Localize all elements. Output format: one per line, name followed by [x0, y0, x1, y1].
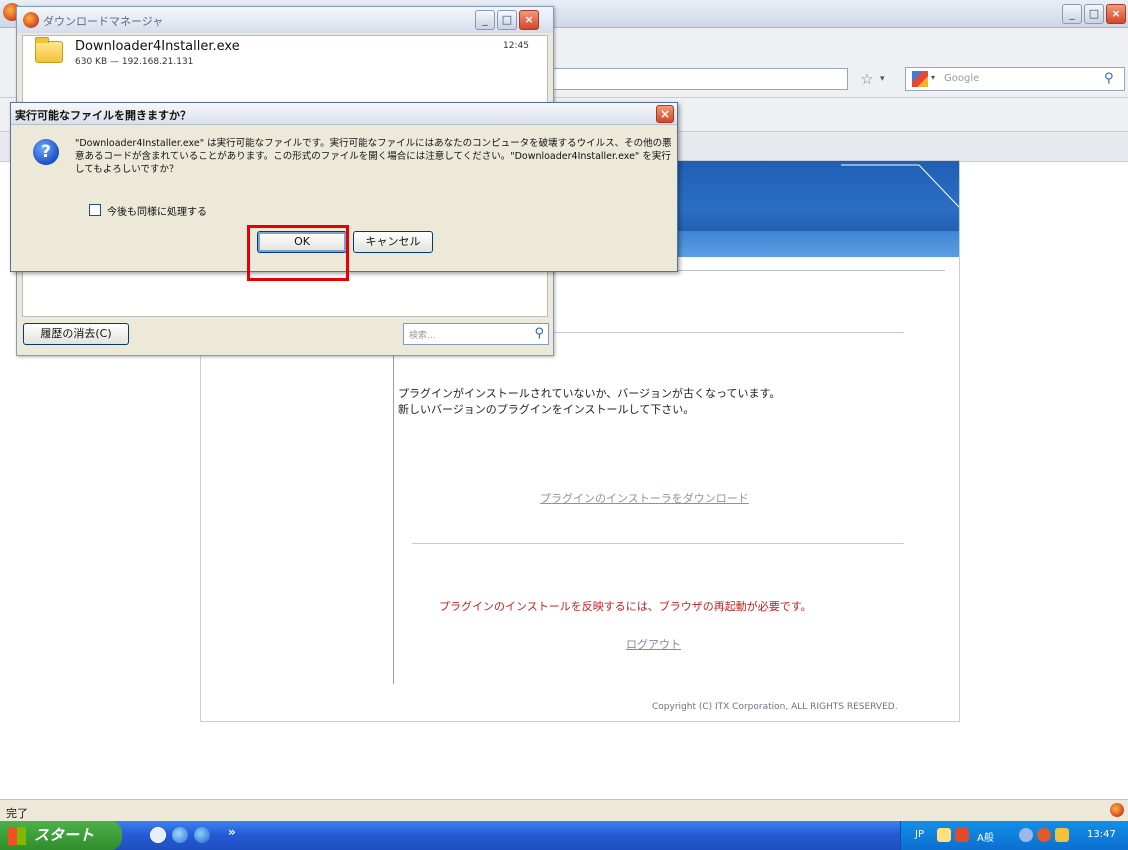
download-search-input[interactable]: 検索... ⚲	[403, 323, 549, 345]
download-item[interactable]: Downloader4Installer.exe 630 KB — 192.16…	[23, 36, 547, 76]
download-manager-window-controls: _ □ ×	[475, 10, 539, 30]
status-text: 完了	[6, 807, 28, 820]
plugin-message-line1: プラグインがインストールされていないか、バージョンが古くなっています。	[398, 387, 781, 400]
download-installer-link[interactable]: プラグインのインストーラをダウンロード	[540, 490, 749, 506]
clock: 13:47	[1087, 829, 1116, 840]
browser-window-controls: _ □ ×	[1062, 4, 1126, 24]
start-label: スタート	[34, 826, 95, 844]
open-executable-dialog: 実行可能なファイルを開きますか？ × ? "Downloader4Install…	[10, 102, 678, 281]
remember-choice-label[interactable]: 今後も同様に処理する	[107, 203, 207, 218]
download-filename: Downloader4Installer.exe	[75, 39, 240, 54]
ok-highlight-box	[247, 225, 349, 281]
copyright-text: Copyright (C) ITX Corporation, ALL RIGHT…	[652, 702, 898, 712]
start-button[interactable]: スタート	[0, 821, 122, 850]
search-icon[interactable]: ⚲	[1104, 71, 1120, 87]
download-manager-title: ダウンロードマネージャ	[43, 15, 164, 28]
logout-link[interactable]: ログアウト	[626, 636, 681, 652]
close-button[interactable]: ×	[1106, 4, 1126, 24]
dialog-message: "Downloader4Installer.exe" は実行可能なファイルです。…	[75, 138, 672, 175]
web-search-placeholder: Google	[944, 73, 980, 84]
close-icon[interactable]: ×	[656, 105, 674, 123]
download-search-placeholder: 検索...	[409, 331, 436, 341]
volume-icon[interactable]	[1055, 828, 1069, 842]
security-icon[interactable]	[1037, 828, 1051, 842]
keyboard-icon[interactable]	[937, 828, 951, 842]
download-info: 630 KB — 192.168.21.131	[75, 57, 194, 67]
search-icon[interactable]: ⚲	[534, 325, 544, 343]
ime-icon[interactable]	[955, 828, 969, 842]
taskbar: スタート » JP A般 13:47	[0, 821, 1128, 850]
plugin-message: プラグインがインストールされていないか、バージョンが古くなっています。 新しいバ…	[398, 386, 780, 418]
system-tray: JP A般 13:47	[900, 821, 1128, 850]
question-icon: ?	[33, 139, 59, 165]
maximize-button[interactable]: □	[1084, 4, 1104, 24]
maximize-button[interactable]: □	[497, 10, 517, 30]
cancel-button[interactable]: キャンセル	[353, 231, 433, 253]
internet-explorer-icon[interactable]	[194, 827, 210, 843]
dialog-titlebar[interactable]: 実行可能なファイルを開きますか？ ×	[11, 103, 677, 125]
plugin-message-line2: 新しいバージョンのプラグインをインストールして下さい。	[398, 403, 695, 416]
ime-mode[interactable]: A般	[977, 829, 994, 844]
remember-choice-checkbox[interactable]	[89, 204, 101, 216]
firefox-icon	[23, 12, 39, 28]
minimize-button[interactable]: _	[475, 10, 495, 30]
clear-history-button[interactable]: 履歴の消去(C)	[23, 323, 129, 345]
google-icon[interactable]	[912, 71, 928, 87]
windows-logo-icon	[8, 827, 26, 845]
url-input[interactable]	[548, 68, 848, 90]
close-button[interactable]: ×	[519, 10, 539, 30]
desktop-icon[interactable]	[150, 827, 166, 843]
download-time: 12:45	[503, 41, 529, 51]
network-icon[interactable]	[1019, 828, 1033, 842]
bookmark-dropdown-icon[interactable]: ▾	[880, 70, 885, 88]
quicklaunch-more-icon[interactable]: »	[228, 825, 236, 839]
media-player-icon[interactable]	[172, 827, 188, 843]
minimize-button[interactable]: _	[1062, 4, 1082, 24]
bookmark-star-icon[interactable]: ☆	[858, 70, 876, 88]
folder-icon	[35, 37, 63, 63]
status-bar: 完了	[0, 799, 1128, 821]
restart-required-message: プラグインのインストールを反映するには、ブラウザの再起動が必要です。	[439, 600, 812, 613]
banner-decoration	[841, 164, 960, 208]
search-engine-dropdown-icon[interactable]: ▾	[931, 73, 935, 82]
web-search-box[interactable]: ▾ Google ⚲	[905, 67, 1125, 91]
language-indicator[interactable]: JP	[915, 829, 924, 840]
dialog-title: 実行可能なファイルを開きますか？	[15, 109, 191, 122]
download-manager-titlebar[interactable]: ダウンロードマネージャ _ □ ×	[17, 7, 553, 33]
divider	[412, 543, 904, 544]
firefox-status-icon	[1110, 803, 1124, 817]
